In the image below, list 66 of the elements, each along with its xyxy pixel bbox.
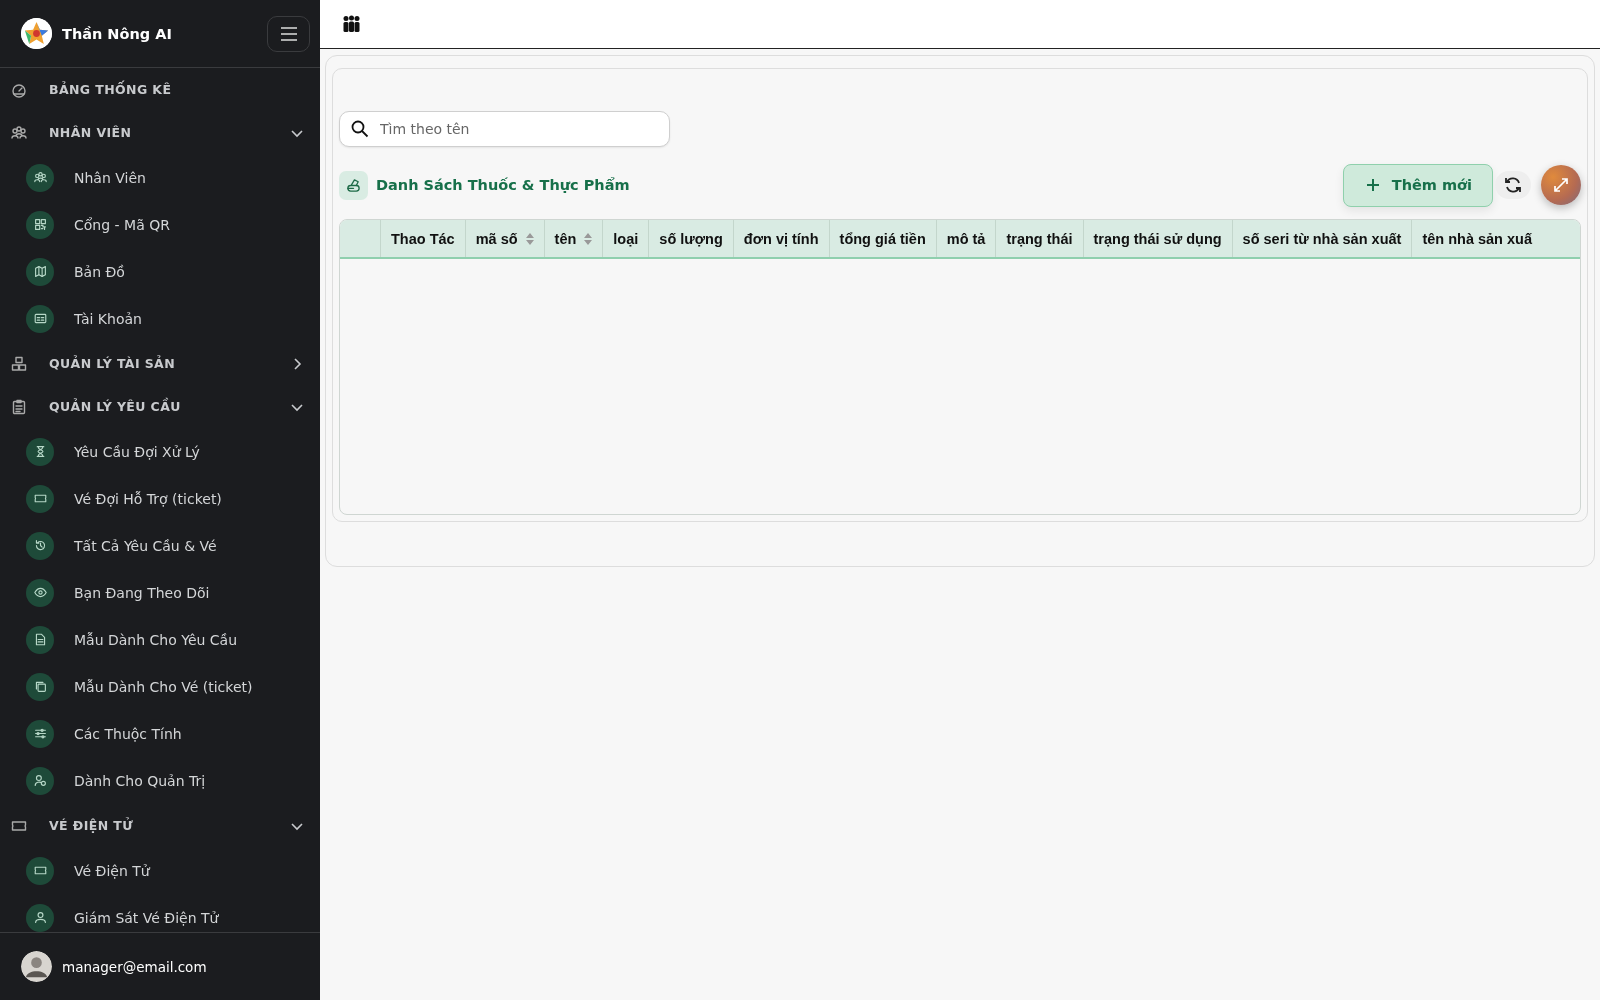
eye-icon bbox=[33, 586, 47, 599]
menu-section[interactable]: VÉ ĐIỆN TỬ bbox=[0, 804, 320, 847]
column-header: đơn vị tính bbox=[733, 220, 830, 257]
user-email[interactable]: manager@email.com bbox=[62, 958, 207, 975]
column-header: loại bbox=[603, 220, 650, 257]
menu-section[interactable]: QUẢN LÝ TÀI SẢN bbox=[0, 342, 320, 385]
menu-item[interactable]: Nhân Viên bbox=[0, 154, 320, 201]
search-field[interactable]: Tìm theo tên bbox=[339, 111, 670, 147]
menu-item[interactable]: Mẫu Dành Cho Yêu Cầu bbox=[0, 616, 320, 663]
sort-icon[interactable] bbox=[525, 232, 534, 245]
refresh-icon bbox=[1503, 175, 1523, 195]
column-header[interactable]: tên bbox=[544, 220, 604, 257]
ticket-icon bbox=[33, 492, 47, 505]
id-card-icon bbox=[33, 312, 47, 325]
menu-item[interactable]: Bạn Đang Theo Dõi bbox=[0, 569, 320, 616]
people-icon bbox=[33, 171, 47, 184]
map-icon bbox=[33, 265, 47, 278]
column-header: Thao Tác bbox=[381, 220, 466, 257]
plus-icon bbox=[1365, 178, 1380, 192]
menu-item[interactable]: Giám Sát Vé Điện Tử bbox=[0, 894, 320, 932]
menu-item[interactable]: Yêu Cầu Đợi Xử Lý bbox=[0, 428, 320, 475]
ticket-icon bbox=[33, 864, 47, 877]
menu-item[interactable]: Cổng - Mã QR bbox=[0, 201, 320, 248]
sort-icon[interactable] bbox=[584, 232, 593, 245]
user-icon bbox=[33, 911, 47, 924]
column-header: tên nhà sản xuấ bbox=[1421, 229, 1533, 249]
column-header: mô tả bbox=[936, 220, 997, 257]
qr-code-icon bbox=[33, 218, 47, 231]
brand-name: Thần Nông AI bbox=[62, 25, 173, 42]
user-icon bbox=[33, 774, 47, 787]
boxes-icon bbox=[11, 355, 27, 372]
logo-icon bbox=[21, 18, 52, 49]
menu-section[interactable]: BẢNG THỐNG KÊ bbox=[0, 68, 320, 111]
copy-icon bbox=[33, 680, 47, 693]
menu-item[interactable]: Vé Điện Tử bbox=[0, 847, 320, 894]
people-icon bbox=[11, 124, 27, 141]
pill-icon bbox=[339, 170, 368, 200]
column-header: số seri từ nhà sản xuất bbox=[1232, 220, 1413, 257]
column-header: trạng thái sử dụng bbox=[1083, 220, 1233, 257]
sliders-icon bbox=[33, 727, 47, 740]
avatar-icon bbox=[21, 951, 52, 982]
column-header: tổng giá tiền bbox=[829, 220, 937, 257]
expand-icon bbox=[1552, 176, 1570, 194]
add-button[interactable]: Thêm mới bbox=[1342, 163, 1493, 207]
column-header: số lượng bbox=[649, 220, 734, 257]
gauge-icon bbox=[11, 81, 27, 98]
menu-button[interactable] bbox=[267, 15, 310, 52]
menu-item[interactable]: Các Thuộc Tính bbox=[0, 710, 320, 757]
clipboard-icon bbox=[11, 398, 27, 415]
people-icon bbox=[342, 15, 361, 33]
menu-item[interactable]: Dành Cho Quản Trị bbox=[0, 757, 320, 804]
expand-button[interactable] bbox=[1541, 165, 1581, 205]
menu-item[interactable]: Tài Khoản bbox=[0, 295, 320, 342]
menu-section[interactable]: QUẢN LÝ YÊU CẦU bbox=[0, 385, 320, 428]
history-icon bbox=[33, 539, 47, 552]
menu-item[interactable]: Mẫu Dành Cho Vé (ticket) bbox=[0, 663, 320, 710]
refresh-button[interactable] bbox=[1495, 171, 1531, 199]
menu-icon bbox=[279, 25, 298, 42]
document-icon bbox=[33, 633, 47, 646]
menu-section[interactable]: NHÂN VIÊN bbox=[0, 111, 320, 154]
menu-item[interactable]: Bản Đồ bbox=[0, 248, 320, 295]
menu-item[interactable]: Tất Cả Yêu Cầu & Vé bbox=[0, 522, 320, 569]
column-header[interactable]: mã số bbox=[465, 220, 545, 257]
menu-item[interactable]: Vé Đợi Hỗ Trợ (ticket) bbox=[0, 475, 320, 522]
list-title: Danh Sách Thuốc & Thực Phẩm bbox=[376, 177, 631, 193]
column-header: trạng thái bbox=[996, 220, 1084, 257]
